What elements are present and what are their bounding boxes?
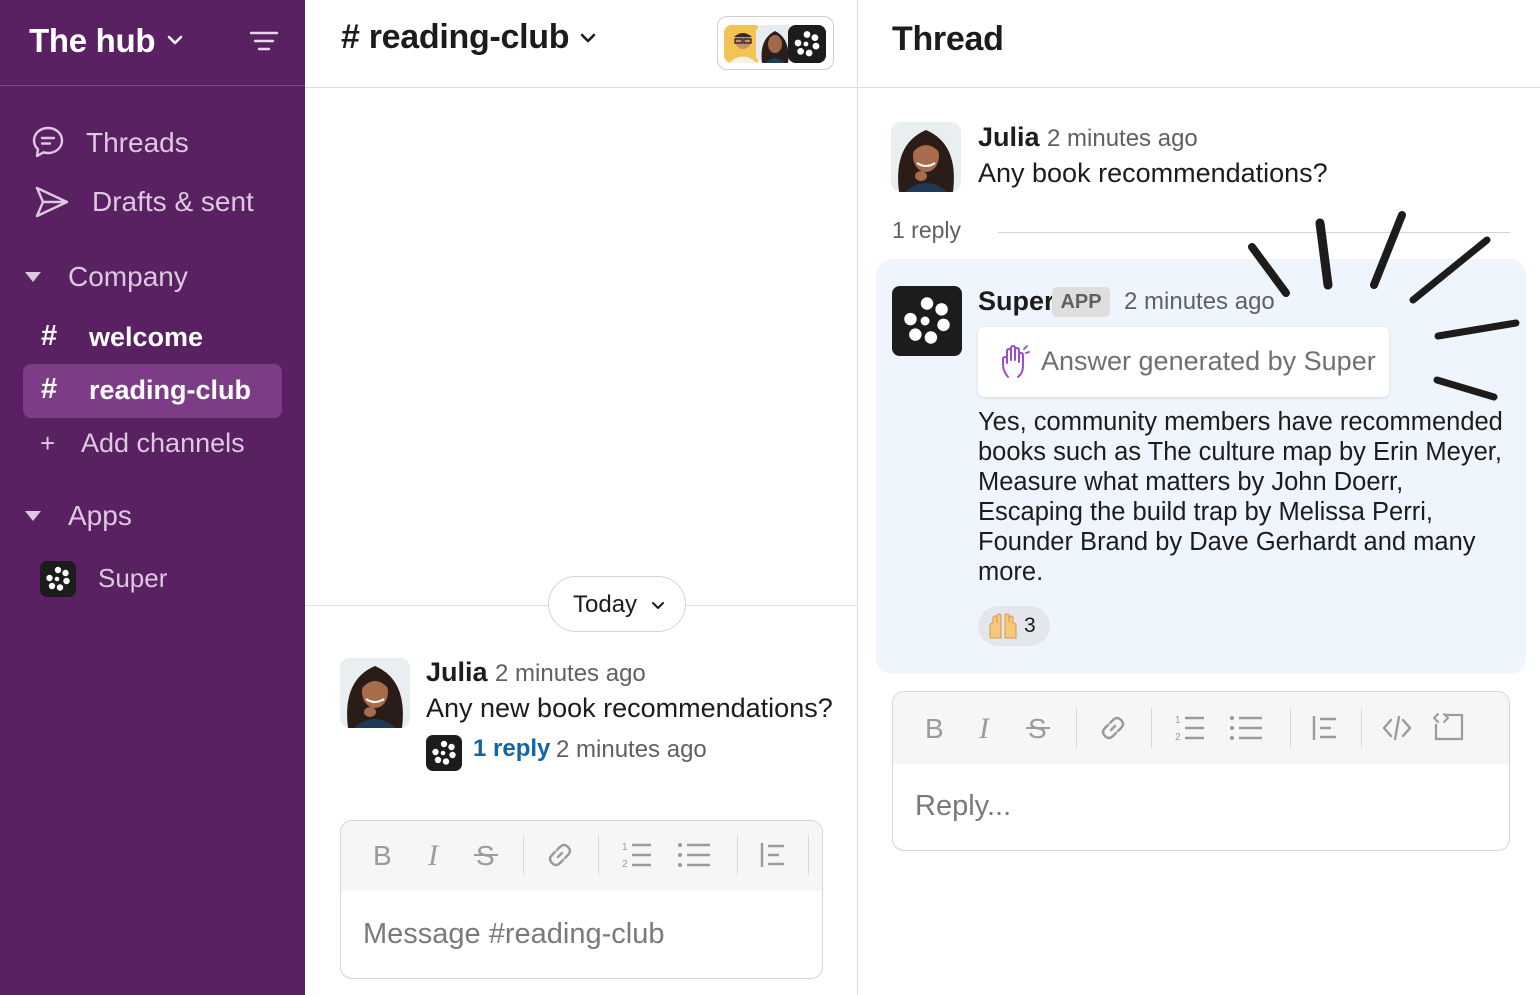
formatting-toolbar: B I S 12 bbox=[893, 692, 1509, 764]
raised-hands-icon bbox=[988, 612, 1018, 640]
sidebar-item-label: Drafts & sent bbox=[92, 186, 254, 217]
sidebar-item-drafts[interactable]: Drafts & sent bbox=[0, 178, 305, 228]
svg-text:1: 1 bbox=[622, 842, 628, 853]
reaction-button[interactable]: 3 bbox=[978, 606, 1050, 646]
super-app-icon bbox=[788, 25, 826, 63]
chevron-down-icon bbox=[651, 601, 665, 611]
reaction-count: 3 bbox=[1024, 614, 1036, 637]
strikethrough-icon[interactable]: S bbox=[473, 839, 499, 869]
bulleted-list-icon[interactable] bbox=[1229, 714, 1263, 742]
bulleted-list-icon[interactable] bbox=[677, 841, 711, 869]
sidebar: The hub Threads Drafts & sent Company # … bbox=[0, 0, 305, 995]
day-divider-label: Today bbox=[573, 591, 638, 618]
hash-icon: # bbox=[41, 373, 58, 405]
section-apps[interactable]: Apps bbox=[0, 492, 305, 542]
code-icon[interactable] bbox=[1382, 714, 1412, 742]
app-label: Super bbox=[98, 563, 168, 593]
numbered-list-icon[interactable]: 12 bbox=[1175, 712, 1205, 744]
bold-icon[interactable]: B bbox=[923, 712, 945, 742]
sidebar-item-super[interactable]: Super bbox=[0, 554, 305, 604]
italic-icon[interactable]: I bbox=[976, 712, 998, 742]
blockquote-icon[interactable] bbox=[1311, 714, 1339, 742]
channel-header: # reading-club bbox=[305, 0, 858, 88]
numbered-list-icon[interactable]: 12 bbox=[622, 839, 652, 871]
thread-header: Thread bbox=[858, 0, 1540, 88]
reply-link[interactable]: 1 reply bbox=[473, 735, 550, 763]
caret-down-icon[interactable] bbox=[24, 509, 42, 523]
threads-icon bbox=[31, 125, 65, 159]
formatting-toolbar: B I S 12 bbox=[341, 821, 822, 891]
code-block-icon[interactable] bbox=[1433, 712, 1465, 742]
day-divider-button[interactable]: Today bbox=[548, 576, 686, 632]
super-app-icon[interactable] bbox=[892, 286, 962, 356]
caret-down-icon[interactable] bbox=[24, 270, 42, 284]
svg-text:2: 2 bbox=[622, 859, 628, 870]
svg-text:1: 1 bbox=[1175, 715, 1181, 726]
hand-icon bbox=[1000, 345, 1030, 379]
reply-input[interactable]: Reply... bbox=[915, 790, 1011, 823]
thread-title: Thread bbox=[892, 20, 1004, 58]
channel-title[interactable]: # reading-club bbox=[341, 18, 569, 57]
message-author[interactable]: Julia bbox=[978, 122, 1040, 153]
strikethrough-icon[interactable]: S bbox=[1025, 712, 1051, 742]
svg-text:2: 2 bbox=[1175, 732, 1181, 743]
channel-label: reading-club bbox=[89, 375, 252, 405]
decorative-rays bbox=[1240, 205, 1525, 405]
super-app-icon bbox=[40, 561, 76, 597]
channel-pane: # reading-club Today Julia 2 minutes ago… bbox=[305, 0, 858, 995]
bold-icon[interactable]: B bbox=[371, 839, 393, 869]
reply-timestamp: 2 minutes ago bbox=[556, 736, 707, 763]
message-input[interactable]: Message #reading-club bbox=[363, 918, 664, 951]
italic-icon[interactable]: I bbox=[425, 839, 447, 869]
add-channels-label: Add channels bbox=[81, 428, 245, 458]
section-company[interactable]: Company bbox=[0, 253, 305, 303]
link-icon[interactable] bbox=[546, 841, 574, 869]
link-icon[interactable] bbox=[1099, 714, 1127, 742]
chevron-down-icon[interactable] bbox=[166, 33, 184, 47]
channel-members-button[interactable] bbox=[717, 16, 834, 70]
message-timestamp[interactable]: 2 minutes ago bbox=[495, 660, 646, 688]
workspace-name[interactable]: The hub bbox=[29, 22, 156, 60]
avatar[interactable] bbox=[340, 658, 410, 728]
message-composer: B I S 12 Message #reading-club bbox=[340, 820, 823, 979]
svg-text:B: B bbox=[373, 840, 392, 869]
message-author[interactable]: Super bbox=[978, 286, 1055, 317]
section-label: Company bbox=[68, 261, 188, 292]
message-text: Any book recommendations? bbox=[978, 158, 1328, 188]
workspace-header[interactable]: The hub bbox=[0, 0, 305, 86]
filter-icon[interactable] bbox=[249, 30, 279, 52]
message-timestamp[interactable]: 2 minutes ago bbox=[1047, 125, 1198, 153]
answer-text: Yes, community members have recommended … bbox=[978, 408, 1503, 586]
plus-icon: + bbox=[40, 428, 56, 458]
section-label: Apps bbox=[68, 500, 132, 531]
thread-pane: Thread Julia 2 minutes ago Any book reco… bbox=[858, 0, 1540, 995]
add-channels-button[interactable]: + Add channels bbox=[0, 419, 305, 469]
message-author[interactable]: Julia bbox=[426, 657, 488, 688]
chevron-down-icon[interactable] bbox=[579, 31, 597, 45]
sidebar-item-label: Threads bbox=[86, 127, 189, 158]
svg-text:I: I bbox=[978, 712, 991, 742]
avatar[interactable] bbox=[891, 122, 961, 192]
super-app-icon bbox=[426, 735, 462, 771]
send-icon bbox=[34, 185, 70, 219]
sidebar-item-welcome[interactable]: # welcome bbox=[23, 311, 282, 365]
sidebar-item-reading-club[interactable]: # reading-club bbox=[23, 364, 282, 418]
reply-composer: B I S 12 Reply... bbox=[892, 691, 1510, 851]
app-badge: APP bbox=[1052, 287, 1110, 317]
svg-text:I: I bbox=[427, 839, 440, 869]
sidebar-item-threads[interactable]: Threads bbox=[0, 120, 305, 170]
channel-label: welcome bbox=[89, 322, 204, 352]
hash-icon: # bbox=[41, 320, 58, 352]
message-text: Any new book recommendations? bbox=[426, 693, 833, 723]
svg-text:B: B bbox=[925, 713, 944, 742]
reply-count: 1 reply bbox=[892, 217, 962, 243]
blockquote-icon[interactable] bbox=[759, 841, 787, 869]
